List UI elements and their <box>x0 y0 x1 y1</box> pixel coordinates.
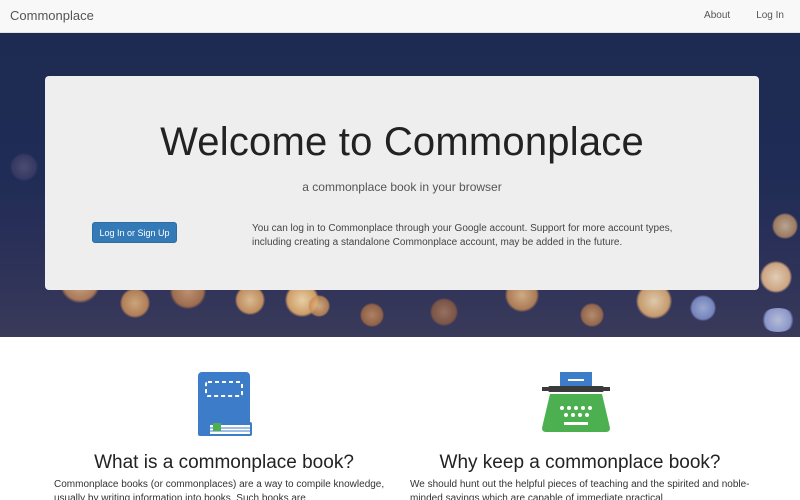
bokeh-light <box>10 153 38 181</box>
page-title: Welcome to Commonplace <box>160 120 644 164</box>
feature-title: Why keep a commonplace book? <box>439 452 721 473</box>
bokeh-light <box>760 261 792 293</box>
bokeh-light <box>690 295 716 321</box>
bokeh-light <box>760 308 796 332</box>
bokeh-light <box>308 295 330 317</box>
nav-about-link[interactable]: About <box>704 10 730 21</box>
feature-text: We should hunt out the helpful pieces of… <box>410 479 750 500</box>
typewriter-icon <box>542 372 610 432</box>
bokeh-light <box>430 298 458 326</box>
feature-text: Commonplace books (or commonplaces) are … <box>54 479 385 500</box>
page-subtitle: a commonplace book in your browser <box>302 180 502 194</box>
book-icon <box>198 372 252 436</box>
brand-link[interactable]: Commonplace <box>10 8 94 23</box>
nav-links: About Log In <box>704 10 784 21</box>
nav-login-link[interactable]: Log In <box>756 10 784 21</box>
login-signup-button[interactable]: Log In or Sign Up <box>92 222 177 243</box>
bokeh-light <box>120 288 150 318</box>
hero-banner: Welcome to Commonplace a commonplace boo… <box>0 33 800 337</box>
bokeh-light <box>360 303 384 327</box>
navbar: Commonplace About Log In <box>0 0 800 33</box>
jumbotron: Welcome to Commonplace a commonplace boo… <box>45 76 759 290</box>
bokeh-light <box>580 303 604 327</box>
bokeh-light <box>772 213 798 239</box>
feature-title: What is a commonplace book? <box>94 452 354 473</box>
login-info-text: You can log in to Commonplace through yo… <box>252 223 673 248</box>
